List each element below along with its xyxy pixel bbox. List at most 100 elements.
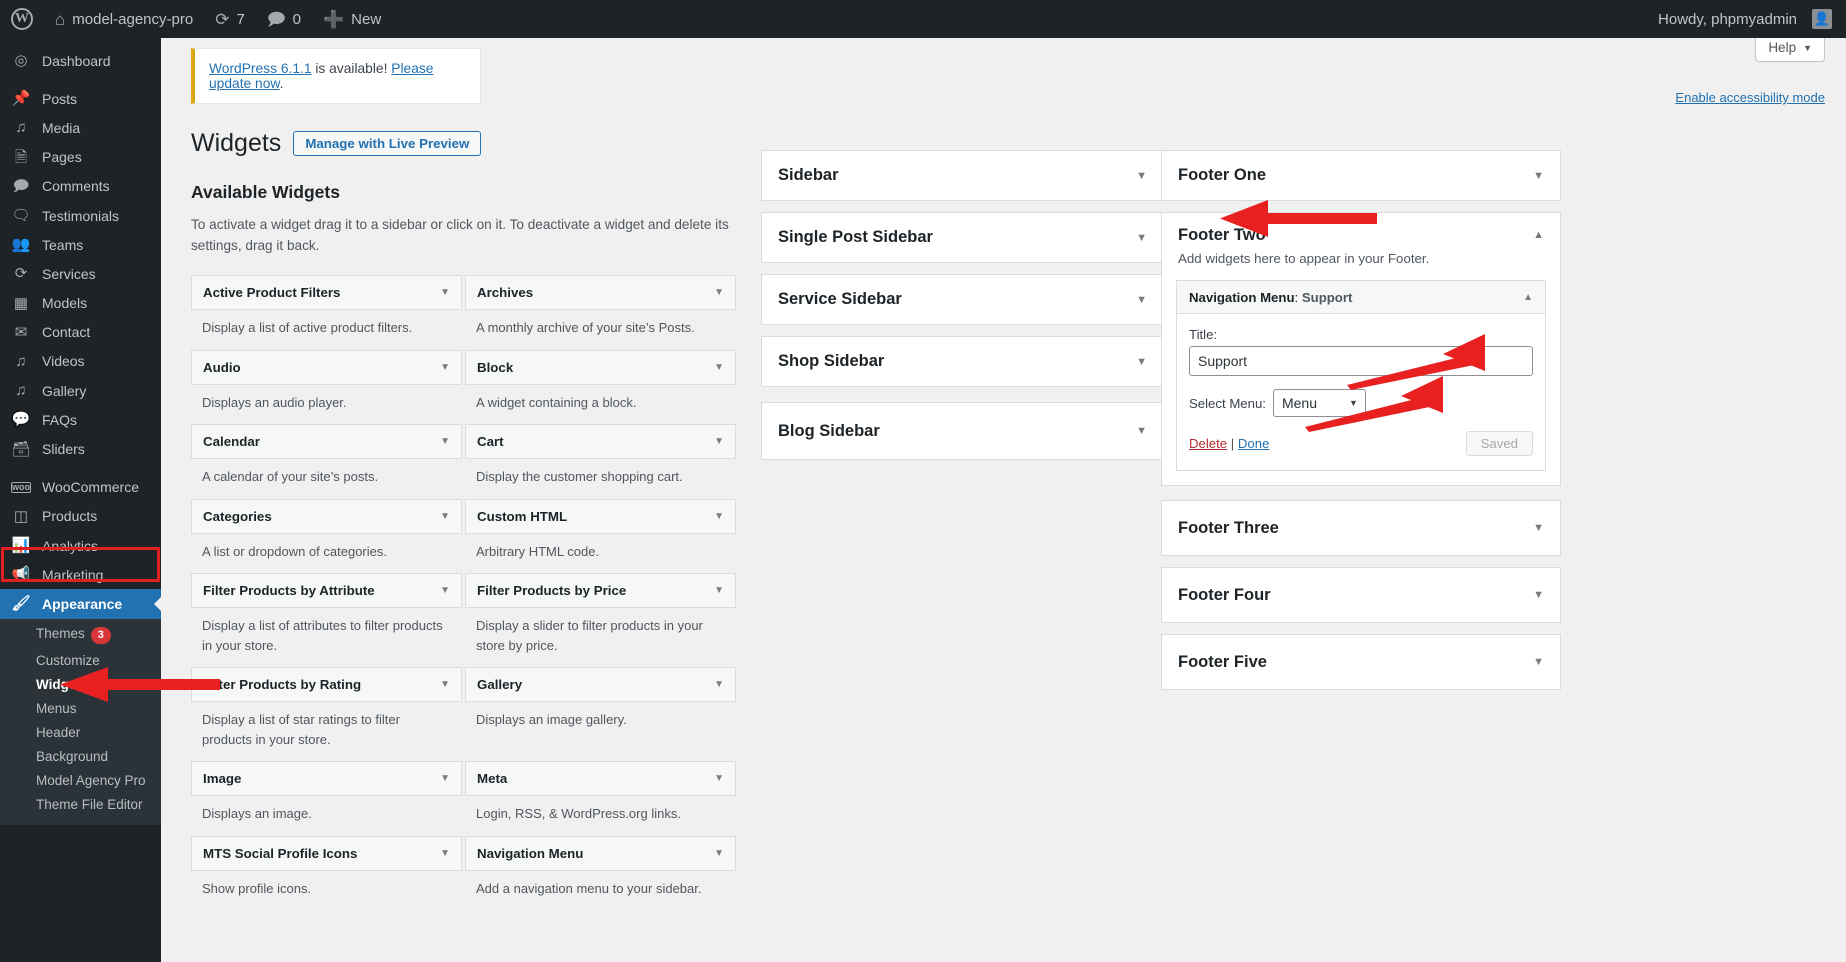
- sidebar-panel-head[interactable]: Single Post Sidebar ▼: [762, 213, 1163, 262]
- site-name-menu[interactable]: ⌂ model-agency-pro: [44, 0, 204, 38]
- chevron-down-icon[interactable]: ▼: [440, 362, 450, 373]
- navigation-menu-widget-head[interactable]: Navigation Menu: Support ▲: [1177, 281, 1545, 314]
- done-link[interactable]: Done: [1238, 436, 1270, 451]
- chevron-down-icon[interactable]: ▼: [714, 773, 724, 784]
- available-widget-header[interactable]: Filter Products by Attribute ▼: [191, 573, 462, 609]
- available-widget-header[interactable]: Block ▼: [465, 349, 736, 385]
- available-widget-header[interactable]: Cart ▼: [465, 424, 736, 460]
- chevron-down-icon[interactable]: ▼: [1136, 356, 1147, 368]
- comments-menu[interactable]: 🗩 0: [256, 0, 312, 38]
- submenu-item-theme-file-editor[interactable]: Theme File Editor: [0, 793, 161, 817]
- available-widget-header[interactable]: Calendar ▼: [191, 424, 462, 460]
- submenu-item-customize[interactable]: Customize: [0, 649, 161, 673]
- help-toggle-button[interactable]: Help ▼: [1755, 38, 1825, 62]
- submenu-item-themes[interactable]: Themes 3: [0, 622, 161, 649]
- available-widget-header[interactable]: Audio ▼: [191, 349, 462, 385]
- available-widget-header[interactable]: Gallery ▼: [465, 667, 736, 703]
- sidebar-panel[interactable]: Blog Sidebar ▼: [761, 402, 1164, 460]
- chevron-down-icon[interactable]: ▼: [1533, 170, 1544, 182]
- sidebar-item-teams[interactable]: 👥 Teams: [0, 230, 161, 259]
- submenu-item-menus[interactable]: Menus: [0, 697, 161, 721]
- chevron-down-icon[interactable]: ▼: [714, 848, 724, 859]
- chevron-down-icon[interactable]: ▼: [714, 511, 724, 522]
- sidebar-item-media[interactable]: ♫ Media: [0, 113, 161, 142]
- sidebar-item-pages[interactable]: 🗎 Pages: [0, 143, 161, 172]
- chevron-down-icon[interactable]: ▼: [440, 585, 450, 596]
- sidebar-item-models[interactable]: ▦ Models: [0, 289, 161, 318]
- available-widget-header[interactable]: Navigation Menu ▼: [465, 835, 736, 871]
- manage-with-live-preview-button[interactable]: Manage with Live Preview: [293, 131, 482, 156]
- chevron-down-icon[interactable]: ▼: [1136, 294, 1147, 306]
- footer-two-panel[interactable]: Footer Two ▲ Add widgets here to appear …: [1161, 212, 1561, 486]
- chevron-down-icon[interactable]: ▼: [1136, 232, 1147, 244]
- sidebar-item-comments[interactable]: 🗩 Comments: [0, 172, 161, 201]
- submenu-item-header[interactable]: Header: [0, 721, 161, 745]
- chevron-down-icon[interactable]: ▼: [714, 679, 724, 690]
- sidebar-item-products[interactable]: ◫ Products: [0, 502, 161, 531]
- sidebar-item-dashboard[interactable]: ◎ Dashboard: [0, 46, 161, 75]
- chevron-down-icon[interactable]: ▼: [440, 436, 450, 447]
- available-widget-header[interactable]: Active Product Filters ▼: [191, 275, 462, 311]
- sidebar-item-videos[interactable]: ♫ Videos: [0, 347, 161, 376]
- chevron-down-icon[interactable]: ▼: [714, 436, 724, 447]
- sidebar-panel[interactable]: Service Sidebar ▼: [761, 274, 1164, 325]
- chevron-down-icon[interactable]: ▼: [440, 848, 450, 859]
- footer-four-panel[interactable]: Footer Four ▼: [1161, 567, 1561, 623]
- footer-five-panel[interactable]: Footer Five ▼: [1161, 634, 1561, 690]
- enable-accessibility-mode-link[interactable]: Enable accessibility mode: [1675, 90, 1825, 105]
- chevron-down-icon[interactable]: ▼: [714, 287, 724, 298]
- sidebar-item-testimonials[interactable]: 🗨 Testimonials: [0, 201, 161, 230]
- available-widget-header[interactable]: Filter Products by Rating ▼: [191, 667, 462, 703]
- wordpress-version-link[interactable]: WordPress 6.1.1: [209, 61, 312, 76]
- footer-four-head[interactable]: Footer Four ▼: [1162, 568, 1560, 622]
- chevron-down-icon[interactable]: ▼: [440, 511, 450, 522]
- chevron-down-icon[interactable]: ▼: [1136, 170, 1147, 182]
- sidebar-panel-head[interactable]: Shop Sidebar ▼: [762, 337, 1163, 386]
- sidebar-panel-head[interactable]: Sidebar ▼: [762, 151, 1163, 200]
- submenu-item-widgets[interactable]: Widgets: [0, 673, 161, 697]
- sidebar-item-gallery[interactable]: ♫ Gallery: [0, 376, 161, 405]
- sidebar-panel[interactable]: Sidebar ▼: [761, 150, 1164, 201]
- new-content-menu[interactable]: ➕ New: [312, 0, 392, 38]
- available-widget-header[interactable]: Filter Products by Price ▼: [465, 573, 736, 609]
- submenu-item-background[interactable]: Background: [0, 745, 161, 769]
- sidebar-item-faqs[interactable]: 💬 FAQs: [0, 405, 161, 434]
- delete-widget-link[interactable]: Delete: [1189, 436, 1227, 451]
- footer-five-head[interactable]: Footer Five ▼: [1162, 635, 1560, 689]
- submenu-item-model-agency-pro[interactable]: Model Agency Pro: [0, 769, 161, 793]
- sidebar-item-contact[interactable]: ✉ Contact: [0, 318, 161, 347]
- footer-three-panel[interactable]: Footer Three ▼: [1161, 500, 1561, 556]
- chevron-down-icon[interactable]: ▼: [1533, 656, 1544, 668]
- available-widget-header[interactable]: Image ▼: [191, 761, 462, 797]
- sidebar-panel[interactable]: Single Post Sidebar ▼: [761, 212, 1164, 263]
- available-widget-header[interactable]: Meta ▼: [465, 761, 736, 797]
- available-widget-header[interactable]: MTS Social Profile Icons ▼: [191, 835, 462, 871]
- sidebar-item-woocommerce[interactable]: woo WooCommerce: [0, 473, 161, 502]
- sidebar-item-appearance[interactable]: 🖌 Appearance: [0, 589, 161, 619]
- sidebar-item-marketing[interactable]: 📢 Marketing: [0, 560, 161, 589]
- footer-one-head[interactable]: Footer One ▼: [1162, 151, 1560, 200]
- chevron-down-icon[interactable]: ▼: [714, 585, 724, 596]
- available-widget-header[interactable]: Categories ▼: [191, 498, 462, 534]
- sidebar-panel-head[interactable]: Service Sidebar ▼: [762, 275, 1163, 324]
- chevron-down-icon[interactable]: ▼: [440, 287, 450, 298]
- sidebar-item-services[interactable]: ⟳ Services: [0, 259, 161, 288]
- sidebar-item-posts[interactable]: 📌 Posts: [0, 84, 161, 113]
- footer-three-head[interactable]: Footer Three ▼: [1162, 501, 1560, 555]
- chevron-down-icon[interactable]: ▼: [1533, 589, 1544, 601]
- chevron-down-icon[interactable]: ▼: [440, 773, 450, 784]
- wordpress-logo-menu[interactable]: W: [0, 0, 44, 38]
- widget-title-input[interactable]: [1189, 346, 1533, 376]
- sidebar-panel-head[interactable]: Blog Sidebar ▼: [762, 403, 1163, 459]
- footer-one-panel[interactable]: Footer One ▼: [1161, 150, 1561, 201]
- account-menu[interactable]: Howdy, phpmyadmin 👤: [1647, 0, 1846, 38]
- sidebar-panel[interactable]: Shop Sidebar ▼: [761, 336, 1164, 387]
- chevron-up-icon[interactable]: ▲: [1523, 292, 1533, 303]
- sidebar-item-analytics[interactable]: 📊 Analytics: [0, 531, 161, 560]
- available-widget-header[interactable]: Archives ▼: [465, 275, 736, 311]
- select-menu-dropdown[interactable]: Menu: [1272, 389, 1366, 417]
- chevron-down-icon[interactable]: ▼: [714, 362, 724, 373]
- chevron-up-icon[interactable]: ▲: [1533, 229, 1544, 241]
- sidebar-item-sliders[interactable]: 🗃 Sliders: [0, 434, 161, 463]
- available-widget-header[interactable]: Custom HTML ▼: [465, 498, 736, 534]
